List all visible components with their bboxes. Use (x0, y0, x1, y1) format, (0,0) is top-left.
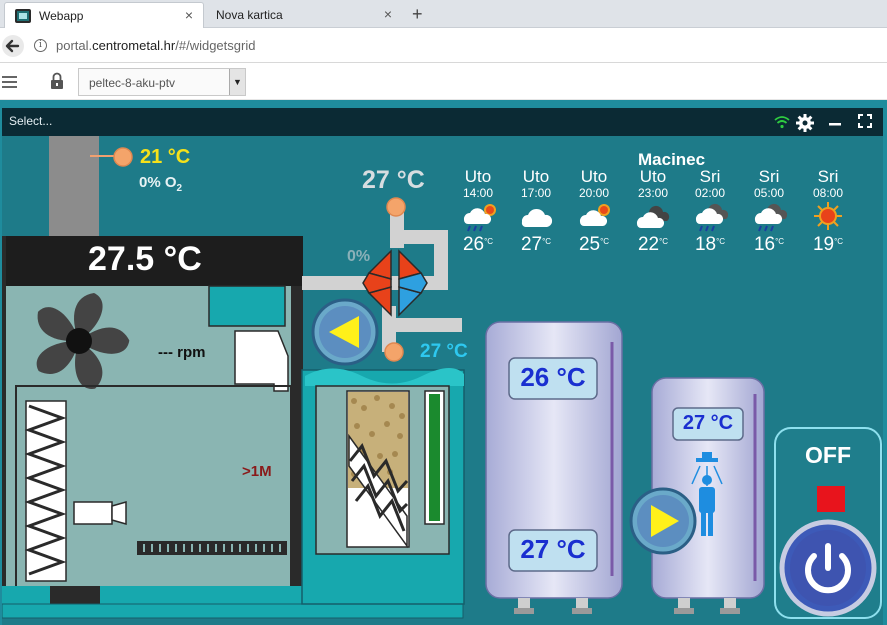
runtime-counter: >1M (242, 463, 272, 480)
forecast-temp: 25°C (578, 234, 610, 255)
supply-sensor-icon (386, 197, 406, 217)
power-state-label: OFF (805, 442, 851, 468)
app-toolbar: peltec-8-aku-ptv ▼ (0, 64, 887, 100)
wifi-icon (774, 116, 790, 129)
widget-select[interactable]: Select... (9, 114, 52, 128)
info-icon[interactable]: i (34, 39, 47, 52)
boiler-scheme-panel: 21 °C 0% O2 27.5 °C --- rpm >1M 27 °C 0%… (2, 136, 883, 625)
forecast-column: Uto 20:00 25°C (566, 168, 622, 255)
flue-sensor-icon (113, 147, 133, 167)
forecast-column: Sri 08:00 19°C (800, 168, 856, 255)
forecast-day: Uto (639, 167, 667, 186)
dark-cloud-icon (636, 205, 670, 228)
forecast-column: Uto 17:00 27°C (508, 168, 564, 255)
rain-cloud-icon (695, 203, 728, 232)
url-field[interactable]: portal.centrometal.hr/#/widgetsgrid (56, 38, 255, 53)
forecast-column: Uto 14:00 26°C (450, 168, 506, 255)
rain-cloud-icon (754, 203, 787, 232)
power-button[interactable] (779, 519, 877, 617)
forecast-day: Sri (699, 167, 721, 186)
accumulator-bottom-temp: 27 °C (520, 534, 586, 564)
fullscreen-icon[interactable] (858, 114, 872, 128)
pump-play-left-icon (311, 298, 379, 366)
forecast-column: Sri 05:00 16°C (741, 168, 797, 255)
forecast-time: 17:00 (520, 186, 552, 200)
rain-sun-cloud-icon (463, 204, 496, 232)
back-button[interactable] (2, 35, 24, 57)
address-bar: i portal.centrometal.hr/#/widgetsgrid (0, 29, 887, 63)
forecast-day: Uto (522, 167, 550, 186)
return-temp: 27 °C (420, 341, 468, 362)
forecast-time: 08:00 (812, 186, 844, 200)
sun-cloud-icon (579, 204, 610, 226)
forecast-temp: 22°C (637, 234, 669, 255)
tab-webapp[interactable]: Webapp × (4, 2, 204, 28)
new-tab-button[interactable]: + (412, 4, 423, 25)
boiler-widget: Select... 21 °C 0% O2 27.5 °C --- rpm >1… (0, 100, 887, 625)
forecast-temp: 16°C (753, 234, 785, 255)
tab-nova-kartica[interactable]: Nova kartica × (206, 2, 402, 28)
webapp-favicon-icon (15, 8, 31, 23)
close-tab-icon[interactable]: × (384, 6, 392, 22)
igniter-icon (73, 501, 113, 525)
forecast-time: 14:00 (462, 186, 494, 200)
forecast-temp: 26°C (462, 234, 494, 255)
tab-label: Nova kartica (216, 8, 283, 22)
forecast-time: 23:00 (637, 186, 669, 200)
chimney (49, 136, 99, 241)
forecast-time: 02:00 (694, 186, 726, 200)
valve-percent: 0% (347, 248, 371, 265)
return-sensor-icon (384, 342, 404, 362)
off-indicator (817, 486, 845, 512)
boiler-temp: 27.5 °C (88, 240, 202, 278)
device-select[interactable]: peltec-8-aku-ptv ▼ (78, 68, 246, 96)
lock-icon[interactable] (50, 72, 64, 90)
forecast-temp: 19°C (812, 234, 844, 255)
cloud-icon (521, 208, 553, 228)
close-tab-icon[interactable]: × (185, 7, 193, 23)
forecast-day: Uto (580, 167, 608, 186)
minimize-icon[interactable] (828, 115, 842, 129)
browser-tab-bar: Webapp × Nova kartica × + (0, 0, 887, 28)
gear-icon[interactable] (796, 114, 814, 132)
forecast-day: Sri (758, 167, 780, 186)
forecast-temp: 18°C (694, 234, 726, 255)
accumulator-top-temp: 26 °C (520, 362, 586, 392)
o2-level: 0% O2 (139, 174, 183, 194)
forecast-day: Uto (464, 167, 492, 186)
flue-temp: 21 °C (140, 146, 191, 168)
arrow-left-icon (5, 39, 20, 53)
chevron-down-icon[interactable]: ▼ (229, 69, 245, 95)
hamburger-menu-icon[interactable] (2, 76, 17, 88)
forecast-time: 20:00 (578, 186, 610, 200)
fan-rpm: --- rpm (158, 344, 206, 361)
dhw-temp: 27 °C (682, 412, 734, 434)
forecast-temp: 27°C (520, 234, 552, 255)
pump-play-right-icon (629, 487, 697, 555)
tab-label: Webapp (39, 8, 84, 23)
device-select-value: peltec-8-aku-ptv (89, 76, 176, 90)
forecast-time: 05:00 (753, 186, 785, 200)
supply-temp: 27 °C (362, 166, 425, 194)
sun-icon (814, 202, 842, 230)
forecast-column: Uto 23:00 22°C (625, 168, 681, 255)
forecast-day: Sri (817, 167, 839, 186)
widget-header: Select... (2, 108, 883, 136)
forecast-column: Sri 02:00 18°C (682, 168, 738, 255)
